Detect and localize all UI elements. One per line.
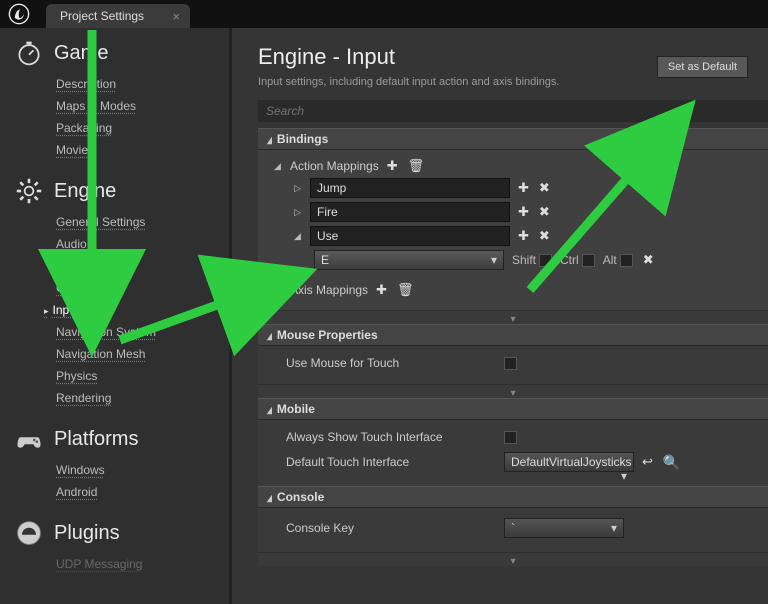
expand-icon[interactable]: ◢ bbox=[274, 161, 284, 172]
property-row: Default Touch Interface DefaultVirtualJo… bbox=[274, 448, 758, 476]
main-panel: Engine - Input Input settings, including… bbox=[232, 28, 768, 604]
category-title: Plugins bbox=[54, 522, 120, 545]
plug-icon bbox=[14, 518, 44, 548]
sidebar-item-navigation-mesh[interactable]: Navigation Mesh bbox=[56, 346, 224, 362]
expander-bar[interactable] bbox=[258, 552, 768, 566]
remove-icon[interactable]: ✖ bbox=[537, 204, 552, 220]
section-mobile[interactable]: Mobile bbox=[258, 398, 768, 420]
sidebar-item-navigation-system[interactable]: Navigation System bbox=[56, 324, 224, 340]
sidebar-item-physics[interactable]: Physics bbox=[56, 368, 224, 384]
key-binding-row: E Shift Ctrl Alt ✖ bbox=[274, 248, 758, 272]
property-row: Use Mouse for Touch bbox=[274, 352, 758, 374]
add-icon[interactable]: ✚ bbox=[516, 204, 531, 220]
shift-checkbox[interactable] bbox=[539, 254, 552, 267]
always-show-touch-checkbox[interactable] bbox=[504, 431, 517, 444]
sidebar-item-console[interactable]: Console bbox=[56, 280, 224, 296]
alt-checkbox[interactable] bbox=[620, 254, 633, 267]
sidebar-item-general-settings[interactable]: General Settings bbox=[56, 214, 224, 230]
action-name-input[interactable] bbox=[310, 178, 510, 198]
expander-bar[interactable] bbox=[258, 384, 768, 398]
add-icon[interactable]: ✚ bbox=[374, 282, 389, 298]
sidebar-item-input[interactable]: Input bbox=[56, 302, 224, 318]
axis-mappings-header[interactable]: ▷ Axis Mappings ✚ 🗑 bbox=[274, 280, 758, 300]
sidebar: Game Description Maps & Modes Packaging … bbox=[0, 28, 232, 604]
action-name-input[interactable] bbox=[310, 226, 510, 246]
sidebar-item-udp-messaging[interactable]: UDP Messaging bbox=[56, 556, 224, 572]
close-icon[interactable]: × bbox=[172, 9, 180, 24]
action-mapping-row: ◢ ✚ ✖ bbox=[274, 224, 758, 248]
ctrl-checkbox[interactable] bbox=[582, 254, 595, 267]
category-title: Platforms bbox=[54, 428, 138, 451]
touch-interface-select[interactable]: DefaultVirtualJoysticks bbox=[504, 452, 634, 472]
expand-icon[interactable]: ▷ bbox=[294, 207, 304, 218]
key-select[interactable]: E bbox=[314, 250, 504, 270]
search-input[interactable] bbox=[258, 100, 768, 122]
stopwatch-icon bbox=[14, 38, 44, 68]
sidebar-item-movies[interactable]: Movies bbox=[56, 142, 224, 158]
trash-icon[interactable]: 🗑 bbox=[406, 158, 427, 174]
trash-icon[interactable]: 🗑 bbox=[395, 282, 416, 298]
action-mapping-row: ▷ ✚ ✖ bbox=[274, 200, 758, 224]
expand-icon[interactable]: ▷ bbox=[274, 285, 284, 296]
section-bindings[interactable]: Bindings bbox=[258, 128, 768, 150]
gear-icon bbox=[14, 176, 44, 206]
remove-icon[interactable]: ✖ bbox=[537, 228, 552, 244]
category-platforms: Platforms Windows Android bbox=[4, 424, 224, 500]
reset-icon[interactable]: ↩ bbox=[640, 454, 655, 470]
set-as-default-button[interactable]: Set as Default bbox=[657, 56, 748, 78]
property-row: Always Show Touch Interface bbox=[274, 426, 758, 448]
sidebar-item-packaging[interactable]: Packaging bbox=[56, 120, 224, 136]
sidebar-item-audio[interactable]: Audio bbox=[56, 236, 224, 252]
sidebar-item-android[interactable]: Android bbox=[56, 484, 224, 500]
tab-label: Project Settings bbox=[60, 9, 144, 23]
category-game: Game Description Maps & Modes Packaging … bbox=[4, 38, 224, 158]
category-title: Engine bbox=[54, 180, 116, 203]
unreal-logo-icon bbox=[8, 3, 30, 25]
sidebar-item-collision[interactable]: Collision bbox=[56, 258, 224, 274]
action-mappings-header[interactable]: ◢ Action Mappings ✚ 🗑 bbox=[274, 156, 758, 176]
console-key-select[interactable]: ` bbox=[504, 518, 624, 538]
tab-project-settings[interactable]: Project Settings × bbox=[46, 4, 190, 28]
section-console[interactable]: Console bbox=[258, 486, 768, 508]
action-name-input[interactable] bbox=[310, 202, 510, 222]
use-mouse-for-touch-checkbox[interactable] bbox=[504, 357, 517, 370]
remove-icon[interactable]: ✖ bbox=[537, 180, 552, 196]
expand-icon[interactable]: ▷ bbox=[294, 183, 304, 194]
action-mapping-row: ▷ ✚ ✖ bbox=[274, 176, 758, 200]
title-bar: Project Settings × bbox=[0, 0, 768, 28]
page-subtitle: Input settings, including default input … bbox=[258, 76, 647, 88]
add-icon[interactable]: ✚ bbox=[385, 158, 400, 174]
expander-bar[interactable] bbox=[258, 310, 768, 324]
sidebar-item-maps-modes[interactable]: Maps & Modes bbox=[56, 98, 224, 114]
page-title: Engine - Input bbox=[258, 44, 647, 70]
sidebar-item-description[interactable]: Description bbox=[56, 76, 224, 92]
property-row: Console Key ` bbox=[274, 514, 758, 542]
remove-icon[interactable]: ✖ bbox=[641, 252, 656, 268]
add-icon[interactable]: ✚ bbox=[516, 228, 531, 244]
expand-icon[interactable]: ◢ bbox=[294, 231, 304, 242]
sidebar-item-rendering[interactable]: Rendering bbox=[56, 390, 224, 406]
browse-icon[interactable]: 🔍 bbox=[661, 454, 682, 471]
controller-icon bbox=[14, 424, 44, 454]
section-mouse[interactable]: Mouse Properties bbox=[258, 324, 768, 346]
sidebar-item-windows[interactable]: Windows bbox=[56, 462, 224, 478]
category-engine: Engine General Settings Audio Collision … bbox=[4, 176, 224, 406]
add-icon[interactable]: ✚ bbox=[516, 180, 531, 196]
category-plugins: Plugins UDP Messaging bbox=[4, 518, 224, 572]
category-title: Game bbox=[54, 42, 108, 65]
